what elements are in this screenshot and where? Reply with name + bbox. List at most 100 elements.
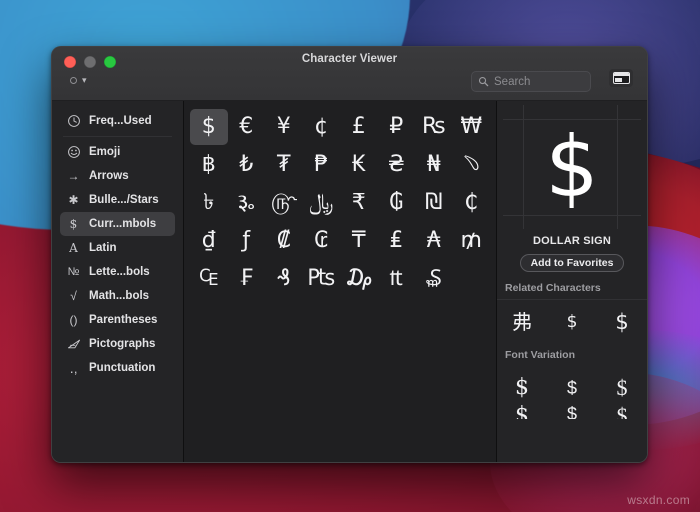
sidebar-item-label: Punctuation <box>89 362 156 374</box>
sidebar-item-label: Parentheses <box>89 314 158 326</box>
sidebar-item-label: Emoji <box>89 146 121 158</box>
sidebar-item-label: Freq...Used <box>89 115 152 127</box>
guide-line-vertical <box>523 105 524 229</box>
sidebar-item-latin[interactable]: A Latin <box>60 236 175 260</box>
action-menu-button[interactable]: ▾ <box>70 76 87 85</box>
character-cell[interactable]: ₶ <box>378 261 416 297</box>
search-input[interactable]: Search <box>471 71 591 92</box>
watermark-text: wsxdn.com <box>627 493 690 507</box>
sidebar-item-label: Curr...mbols <box>89 218 157 230</box>
font-variation-character[interactable]: $ <box>497 373 547 403</box>
sidebar-item-bullets-stars[interactable]: ✱ Bulle.../Stars <box>60 188 175 212</box>
sidebar-item-currency-symbols[interactable]: $ Curr...mbols <box>60 212 175 236</box>
sidebar-item-arrows[interactable]: → Arrows <box>60 164 175 188</box>
sidebar-item-parentheses[interactable]: () Parentheses <box>60 308 175 332</box>
character-cell[interactable]: ₽ <box>378 109 416 145</box>
character-cell[interactable]: ₢ <box>303 223 341 259</box>
sidebar-item-punctuation[interactable]: ․, Punctuation <box>60 356 175 380</box>
character-cell[interactable]: ₱ <box>303 147 341 183</box>
character-grid-pane[interactable]: $ € ¥ ¢ £ ₽ ₨ ₩ ฿ ₺ ₮ ₱ ₭ ₴ ₦ ﹆ ৳ ૱ ௹ ﷼ ₹ ₲ ₪ ₵ ₫ ƒ ₡ ₢ ₸ ₤ ₳ ₥ ₠ ₣ ₰ ₧ ₯ ₶ ₷ <box>184 101 497 462</box>
sidebar-item-pictographs[interactable]: Pictographs <box>60 332 175 356</box>
character-cell[interactable]: ௹ <box>265 185 303 221</box>
sidebar-item-label: Bulle.../Stars <box>89 194 159 206</box>
asterisk-icon: ✱ <box>68 193 79 207</box>
font-variation-character[interactable]: $ <box>597 405 647 419</box>
sidebar-item-label: Lette...bols <box>89 266 150 278</box>
related-character[interactable]: $ <box>597 307 647 337</box>
character-cell[interactable]: ₯ <box>340 261 378 297</box>
sidebar-item-frequently-used[interactable]: Freq...Used <box>60 109 175 133</box>
character-preview-pane: $ DOLLAR SIGN Add to Favorites Related C… <box>497 101 647 462</box>
numero-icon: № <box>67 265 80 278</box>
chevron-down-icon: ▾ <box>82 75 87 85</box>
character-cell[interactable]: ₸ <box>340 223 378 259</box>
font-variation-character[interactable]: $ <box>597 373 647 403</box>
smiley-icon <box>66 145 81 159</box>
window-title: Character Viewer <box>301 53 398 65</box>
large-character-preview: $ <box>497 101 647 233</box>
character-cell[interactable]: ﷼ <box>303 185 341 221</box>
related-characters-row: 弗 $ $ <box>497 300 647 339</box>
character-cell[interactable]: ₳ <box>415 223 453 259</box>
sidebar-item-label: Pictographs <box>89 338 156 350</box>
desktop-wallpaper: Character Viewer ▾ Search Freq...Used Em… <box>0 0 700 512</box>
radical-icon: √ <box>70 289 77 303</box>
character-cell[interactable]: ₫ <box>190 223 228 259</box>
character-cell[interactable]: ₥ <box>453 223 491 259</box>
character-cell[interactable]: ƒ <box>228 223 266 259</box>
font-variation-row-partial: $ $ $ <box>497 405 647 421</box>
character-cell[interactable]: ₡ <box>265 223 303 259</box>
character-cell[interactable]: ৳ <box>190 185 228 221</box>
character-cell[interactable]: ₺ <box>228 147 266 183</box>
character-cell[interactable]: ¢ <box>303 109 341 145</box>
punctuation-icon: ․, <box>69 360 78 376</box>
character-cell[interactable]: $ <box>190 109 228 145</box>
sidebar-item-letterlike-symbols[interactable]: № Lette...bols <box>60 260 175 284</box>
character-cell[interactable]: ₪ <box>415 185 453 221</box>
search-icon <box>478 76 489 87</box>
character-cell[interactable]: ₣ <box>228 261 266 297</box>
sidebar-item-emoji[interactable]: Emoji <box>60 140 175 164</box>
search-placeholder-text: Search <box>494 75 531 88</box>
panel-toggle-button[interactable] <box>609 69 633 87</box>
character-cell[interactable]: £ <box>340 109 378 145</box>
character-cell[interactable]: ₤ <box>378 223 416 259</box>
sidebar-item-math-symbols[interactable]: √ Math...bols <box>60 284 175 308</box>
character-cell[interactable]: ₩ <box>453 109 491 145</box>
character-cell[interactable]: ₧ <box>303 261 341 297</box>
font-variation-heading: Font Variation <box>505 349 576 361</box>
character-cell[interactable]: ૱ <box>228 185 266 221</box>
character-cell[interactable]: ¥ <box>265 109 303 145</box>
character-cell[interactable]: ₰ <box>265 261 303 297</box>
font-variation-character[interactable]: $ <box>547 405 597 419</box>
character-cell[interactable]: ฿ <box>190 147 228 183</box>
character-cell[interactable]: ₮ <box>265 147 303 183</box>
category-sidebar: Freq...Used Emoji → Arrows ✱ Bulle.../St… <box>52 101 184 462</box>
character-viewer-window: Character Viewer ▾ Search Freq...Used Em… <box>51 46 648 463</box>
window-titlebar[interactable]: Character Viewer ▾ Search <box>52 47 647 101</box>
dollar-icon: $ <box>69 217 78 231</box>
font-variation-character[interactable]: $ <box>547 373 597 403</box>
character-cell[interactable]: ₷ <box>415 261 453 297</box>
clock-icon <box>66 114 81 128</box>
character-name-label: DOLLAR SIGN <box>533 235 611 247</box>
character-cell[interactable]: ₦ <box>415 147 453 183</box>
character-cell[interactable]: ₹ <box>340 185 378 221</box>
character-cell[interactable]: ₴ <box>378 147 416 183</box>
font-variation-row: $ $ $ <box>497 366 647 405</box>
character-cell[interactable]: ₵ <box>453 185 491 221</box>
related-character[interactable]: 弗 <box>497 307 547 337</box>
sidebar-item-label: Math...bols <box>89 290 150 302</box>
character-cell[interactable]: € <box>228 109 266 145</box>
character-cell[interactable]: ₲ <box>378 185 416 221</box>
add-to-favorites-button[interactable]: Add to Favorites <box>519 254 625 272</box>
font-variation-character[interactable]: $ <box>497 405 547 419</box>
arrow-right-icon: → <box>67 169 80 183</box>
character-cell[interactable]: ₭ <box>340 147 378 183</box>
character-grid: $ € ¥ ¢ £ ₽ ₨ ₩ ฿ ₺ ₮ ₱ ₭ ₴ ₦ ﹆ ৳ ૱ ௹ ﷼ ₹ ₲ ₪ ₵ ₫ ƒ ₡ ₢ ₸ ₤ ₳ ₥ ₠ ₣ ₰ ₧ ₯ ₶ ₷ <box>190 109 490 297</box>
character-cell[interactable]: ₨ <box>415 109 453 145</box>
pictograph-icon <box>66 338 81 350</box>
related-character[interactable]: $ <box>547 307 597 337</box>
character-cell[interactable]: ﹆ <box>453 147 491 183</box>
character-cell[interactable]: ₠ <box>190 261 228 297</box>
